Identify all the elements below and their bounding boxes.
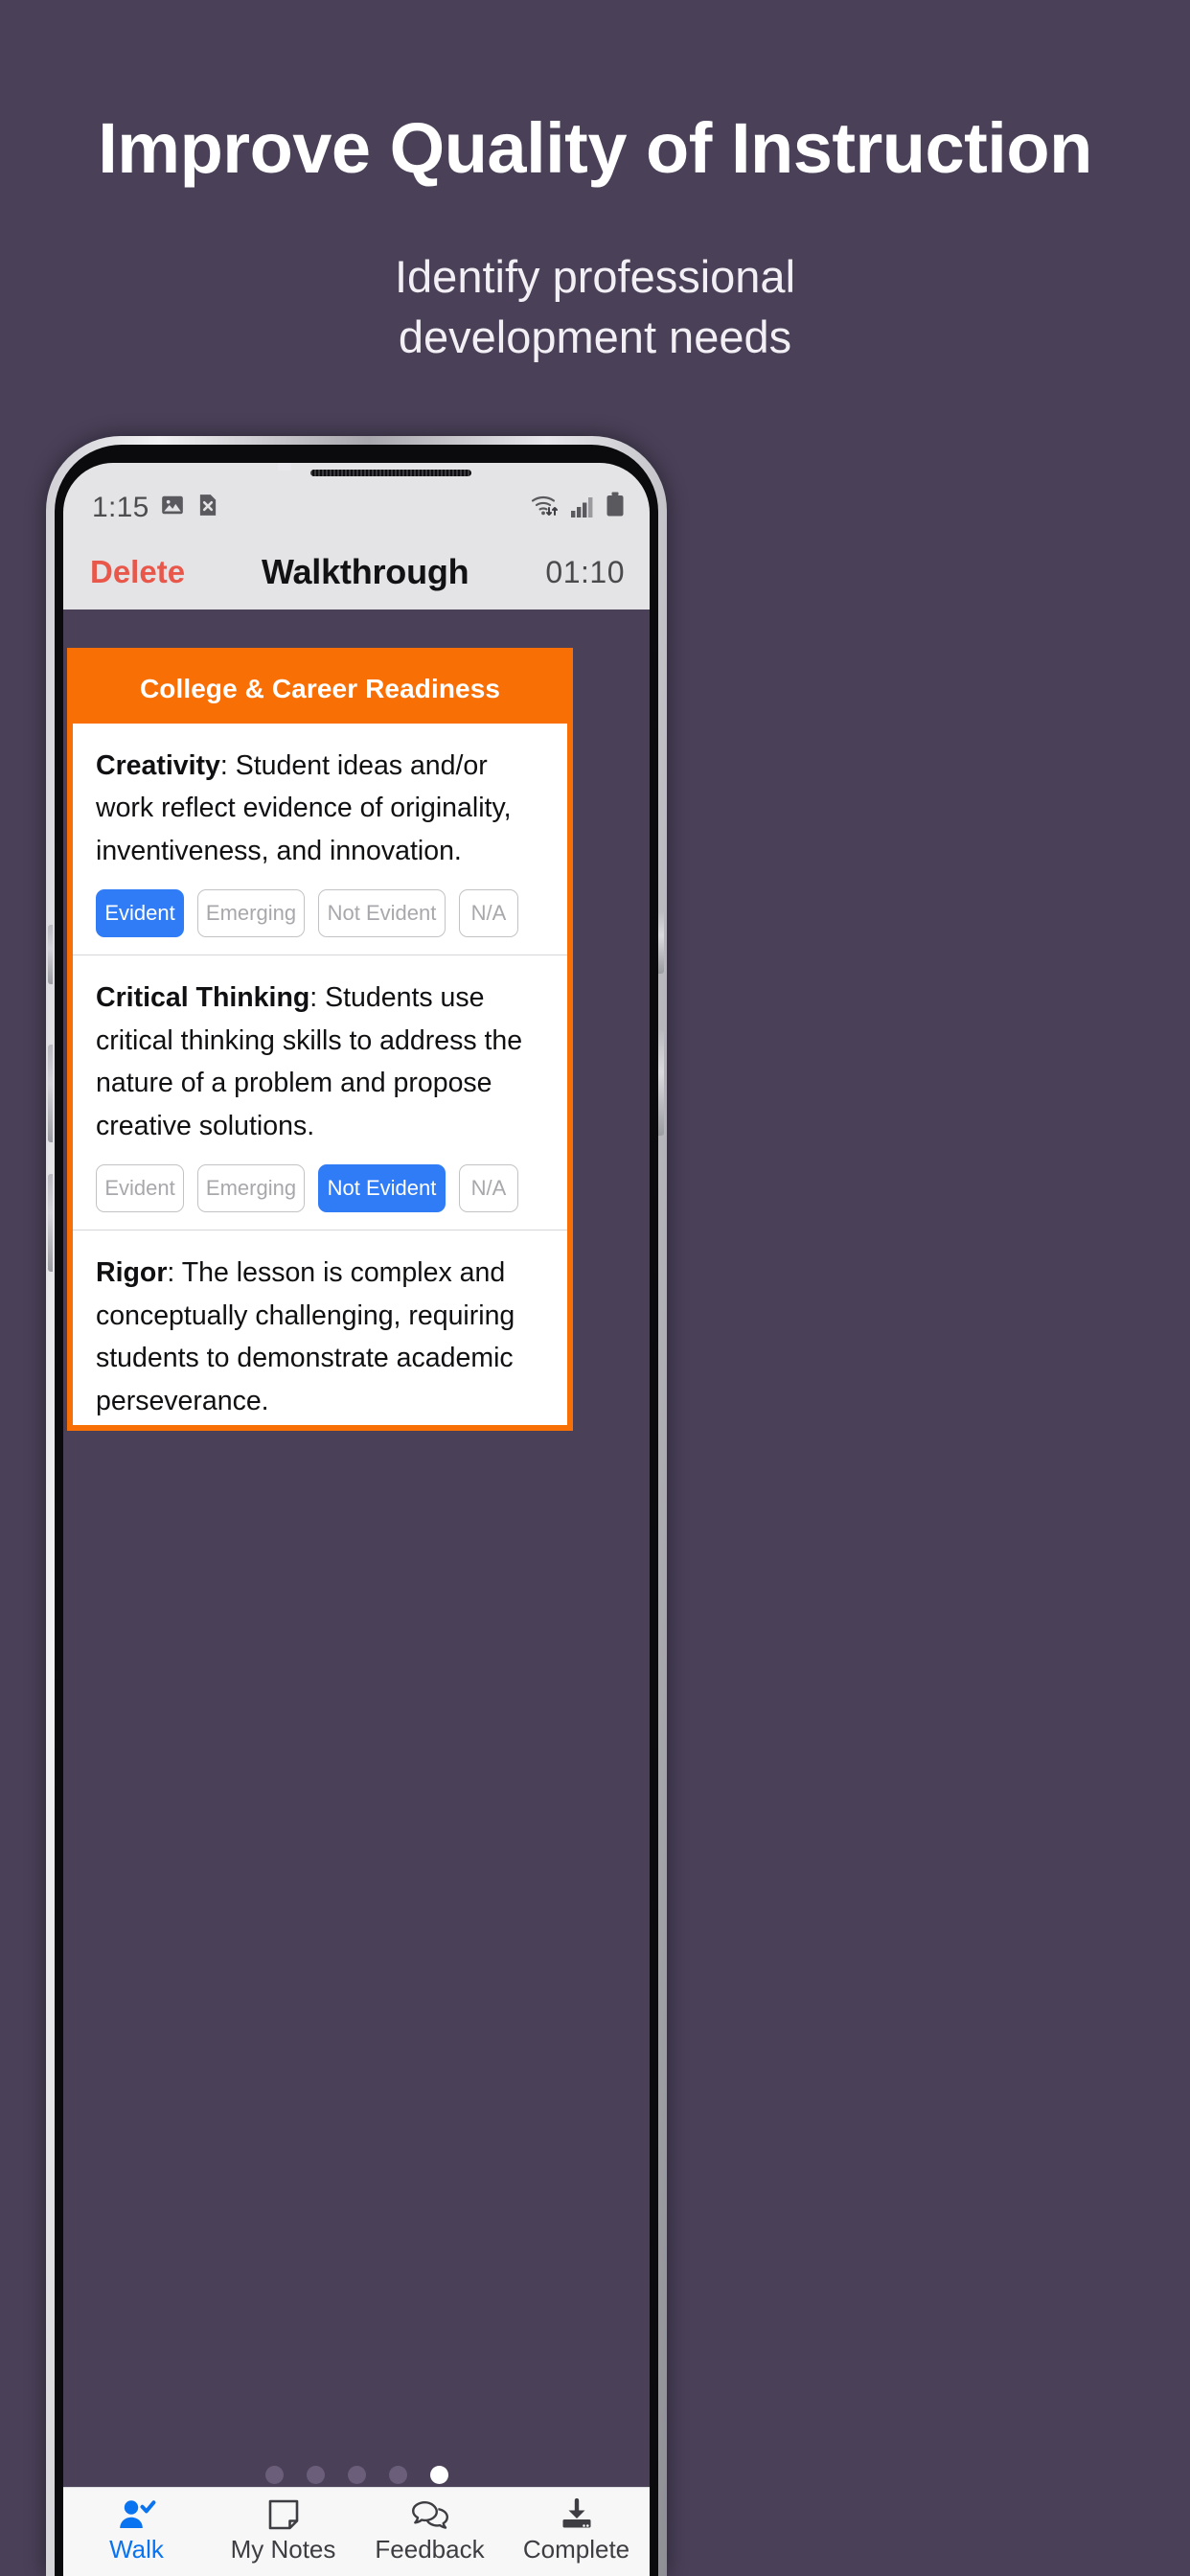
rating-option-evident[interactable]: Evident: [96, 1164, 184, 1213]
rubric-card: College & Career Readiness Creativity: S…: [67, 648, 573, 1431]
page-dot-active[interactable]: [429, 2466, 448, 2484]
rubric-item-text: Creativity: Student ideas and/or work re…: [96, 745, 544, 872]
navigation-bar: Delete Walkthrough 01:10: [63, 535, 650, 610]
note-page-icon: [267, 2496, 300, 2533]
volume-down-button[interactable]: [48, 1045, 53, 1142]
tab-feedback-label: Feedback: [375, 2535, 485, 2564]
cellular-signal-icon: [570, 494, 597, 523]
rating-option-na[interactable]: N/A: [459, 889, 518, 938]
wifi-icon: [529, 492, 561, 523]
download-inbox-icon: [560, 2496, 594, 2533]
rating-option-evident[interactable]: Evident: [96, 889, 184, 938]
rating-option-not-evident[interactable]: Not Evident: [318, 889, 446, 938]
tab-my-notes-label: My Notes: [230, 2535, 336, 2564]
page-title: Walkthrough: [262, 552, 469, 591]
assistant-button[interactable]: [48, 1174, 53, 1272]
delete-button[interactable]: Delete: [90, 554, 185, 590]
tab-my-notes[interactable]: My Notes: [210, 2488, 356, 2576]
rubric-card-header: College & Career Readiness: [73, 654, 567, 724]
page-dot[interactable]: [306, 2466, 325, 2484]
phone-mockup: 1:15 Delete Walkthrough 01:10 College & …: [46, 436, 1146, 2576]
battery-icon: [606, 492, 625, 523]
bottom-tab-bar: Walk My Notes Feedback Complete: [63, 2487, 650, 2576]
rubric-item-name: Critical Thinking: [96, 982, 310, 1014]
tab-complete[interactable]: Complete: [503, 2488, 650, 2576]
rating-option-na[interactable]: N/A: [459, 1164, 518, 1213]
rubric-item: Critical Thinking: Students use critical…: [73, 955, 567, 1231]
rubric-item: Rigor: The lesson is complex and concept…: [73, 1230, 567, 1425]
user-check-icon: [118, 2496, 156, 2533]
tab-walk-label: Walk: [109, 2535, 164, 2564]
power-button[interactable]: [658, 1030, 664, 1136]
promo-subtitle-line1: Identify professional: [394, 251, 796, 302]
tab-feedback[interactable]: Feedback: [356, 2488, 503, 2576]
rubric-item-text: Rigor: The lesson is complex and concept…: [96, 1252, 544, 1422]
promo-header: Improve Quality of Instruction Identify …: [0, 0, 1190, 450]
earpiece-speaker-icon: [310, 470, 471, 476]
page-dot[interactable]: [388, 2466, 407, 2484]
phone-screen: 1:15 Delete Walkthrough 01:10 College & …: [63, 463, 650, 2576]
rubric-item-name: Rigor: [96, 1257, 168, 1289]
content-area: College & Career Readiness Creativity: S…: [63, 610, 650, 2576]
promo-subtitle: Identify professional development needs: [0, 247, 1190, 367]
page-dot[interactable]: [347, 2466, 366, 2484]
tab-complete-label: Complete: [522, 2535, 630, 2564]
rating-option-not-evident[interactable]: Not Evident: [318, 1164, 446, 1213]
status-bar-clock: 1:15: [92, 491, 149, 523]
rubric-card-title: College & Career Readiness: [139, 673, 501, 703]
rating-option-emerging[interactable]: Emerging: [197, 889, 305, 938]
page-dot[interactable]: [264, 2466, 284, 2484]
promo-subtitle-line2: development needs: [398, 310, 792, 362]
rating-option-emerging[interactable]: Emerging: [197, 1164, 305, 1213]
rubric-item-name: Creativity: [96, 750, 220, 781]
rating-options: Evident Emerging Not Evident N/A: [96, 1164, 544, 1213]
status-bar-right: [529, 492, 625, 523]
speech-bubbles-icon: [410, 2496, 450, 2533]
side-button-small[interactable]: [658, 910, 664, 974]
rubric-item-text: Critical Thinking: Students use critical…: [96, 977, 544, 1147]
status-bar-left: 1:15: [92, 492, 220, 524]
rubric-item: Creativity: Student ideas and/or work re…: [73, 724, 567, 956]
page-indicator: [63, 2466, 650, 2484]
volume-up-button[interactable]: [48, 925, 53, 984]
session-timer: 01:10: [545, 554, 625, 589]
rating-options: Evident Emerging Not Evident N/A: [96, 889, 544, 938]
front-sensor-icon: [278, 463, 291, 471]
image-icon: [160, 493, 185, 522]
tab-walk[interactable]: Walk: [63, 2488, 210, 2576]
promo-title: Improve Quality of Instruction: [98, 108, 1092, 188]
file-x-icon: [195, 493, 220, 522]
